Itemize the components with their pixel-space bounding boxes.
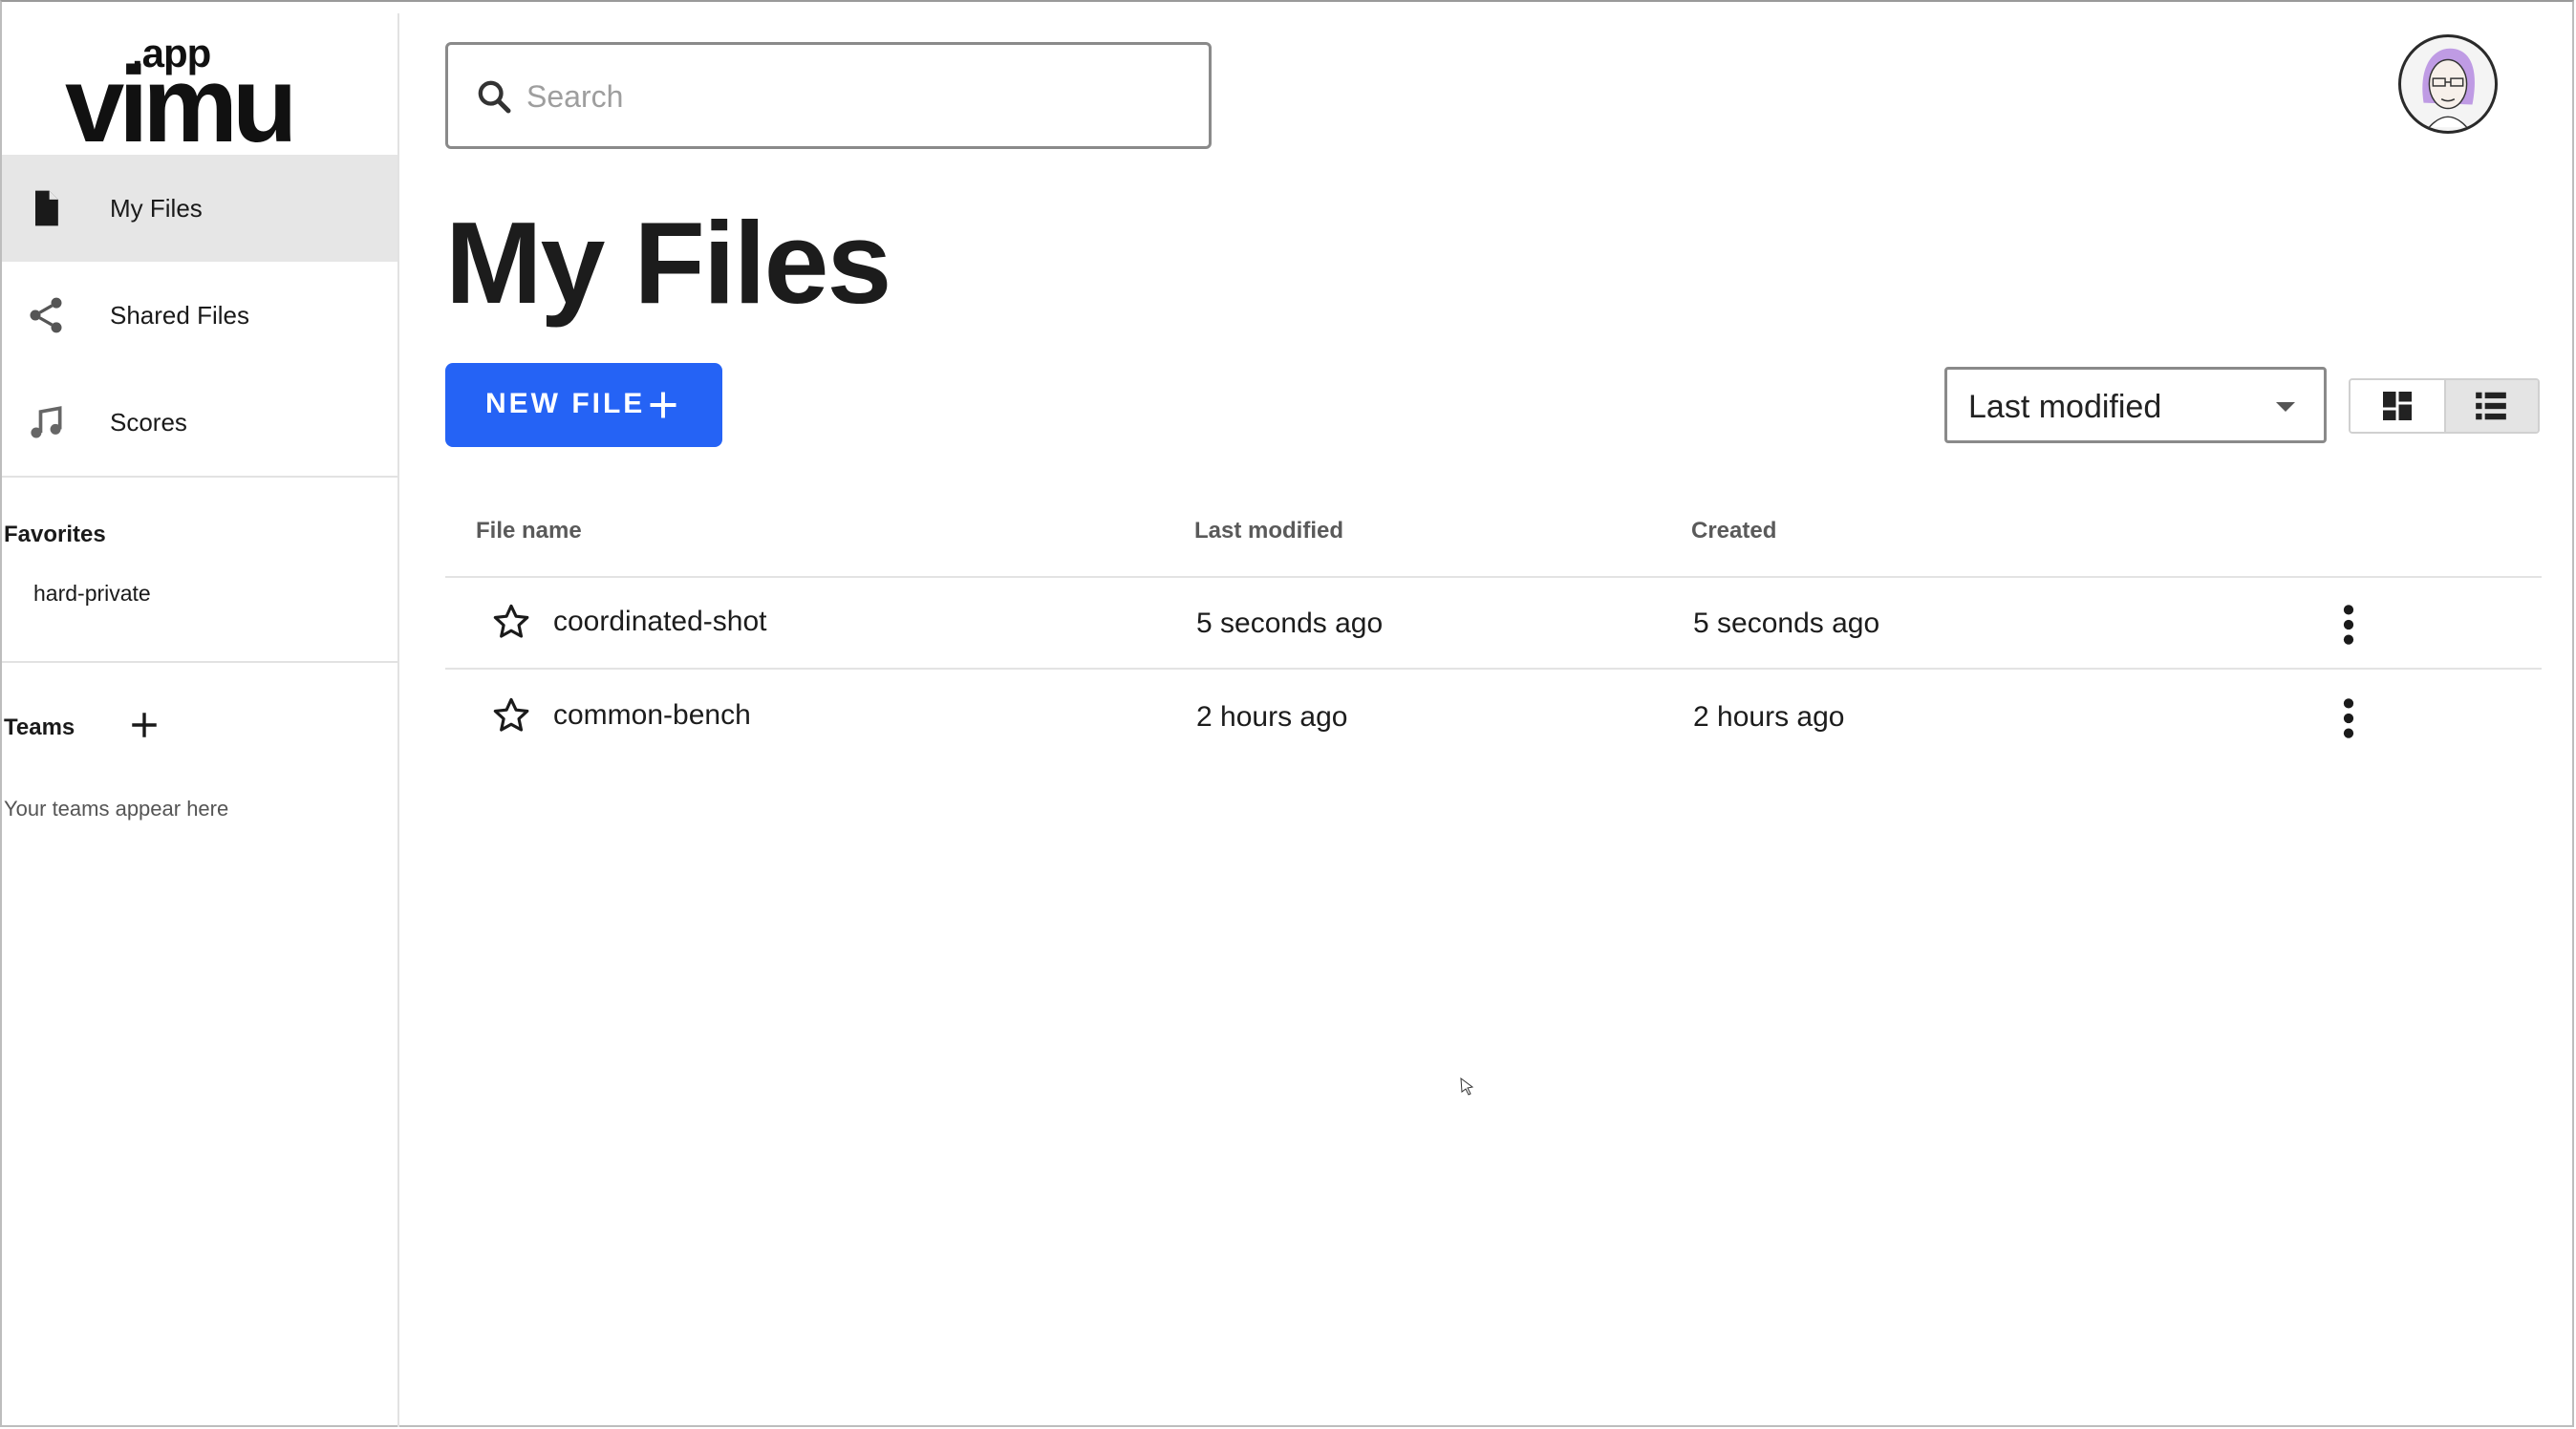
teams-title: Teams: [4, 714, 75, 740]
new-file-label: NEW FILE: [485, 388, 646, 419]
more-options-icon[interactable]: [2339, 604, 2358, 646]
music-note-icon: [31, 406, 62, 438]
grid-view-icon: [2383, 392, 2412, 420]
sidebar-item-my-files[interactable]: My Files: [2, 155, 397, 262]
file-last-modified: 2 hours ago: [1196, 701, 1348, 733]
favorite-item[interactable]: hard-private: [33, 581, 151, 607]
file-created: 2 hours ago: [1693, 701, 1845, 733]
star-icon[interactable]: [491, 695, 531, 736]
table-divider: [445, 668, 2542, 670]
logo[interactable]: .app vimu: [65, 25, 313, 159]
view-toggle: [2349, 378, 2540, 434]
favorites-title: Favorites: [4, 522, 106, 547]
file-created: 5 seconds ago: [1693, 608, 1880, 639]
star-icon[interactable]: [491, 602, 531, 642]
column-header-created[interactable]: Created: [1691, 518, 1776, 544]
sidebar-divider: [2, 476, 397, 478]
sidebar-item-label: My Files: [110, 193, 203, 223]
user-avatar-icon: [2422, 48, 2475, 128]
avatar[interactable]: [2398, 34, 2498, 134]
sort-dropdown[interactable]: Last modified: [1944, 367, 2327, 443]
sidebar-divider: [2, 661, 397, 663]
column-header-last-modified[interactable]: Last modified: [1194, 518, 1343, 544]
sort-value: Last modified: [1968, 389, 2162, 425]
chevron-down-icon: [2276, 402, 2295, 412]
sidebar-item-shared-files[interactable]: Shared Files: [2, 262, 397, 369]
teams-hint: Your teams appear here: [4, 797, 229, 821]
search-icon: [478, 80, 511, 114]
table-row[interactable]: coordinated-shot 5 seconds ago 5 seconds…: [445, 579, 2542, 671]
logo-brand: vimu: [65, 45, 297, 164]
share-icon: [30, 297, 62, 333]
file-name[interactable]: coordinated-shot: [553, 606, 766, 638]
table-divider: [445, 576, 2542, 578]
sidebar: .app vimu My Files Shared Files Scores F…: [2, 13, 399, 1427]
column-header-file-name[interactable]: File name: [476, 518, 582, 544]
add-team-icon[interactable]: [128, 709, 161, 741]
file-name[interactable]: common-bench: [553, 699, 751, 732]
list-view-icon: [2476, 392, 2506, 420]
search-input[interactable]: [525, 68, 1178, 125]
file-icon: [35, 190, 58, 226]
grid-view-button[interactable]: [2351, 380, 2444, 432]
sidebar-item-label: Shared Files: [110, 300, 249, 330]
table-row[interactable]: common-bench 2 hours ago 2 hours ago: [445, 671, 2542, 762]
plus-icon: [650, 392, 676, 418]
list-view-button[interactable]: [2444, 380, 2538, 432]
page-title: My Files: [445, 198, 891, 328]
sidebar-item-scores[interactable]: Scores: [2, 369, 397, 476]
more-options-icon[interactable]: [2339, 697, 2358, 739]
file-last-modified: 5 seconds ago: [1196, 608, 1384, 639]
new-file-button[interactable]: NEW FILE: [445, 363, 722, 447]
search-box[interactable]: [445, 42, 1212, 149]
mouse-cursor-icon: [1460, 1077, 1474, 1096]
sidebar-item-label: Scores: [110, 407, 187, 437]
